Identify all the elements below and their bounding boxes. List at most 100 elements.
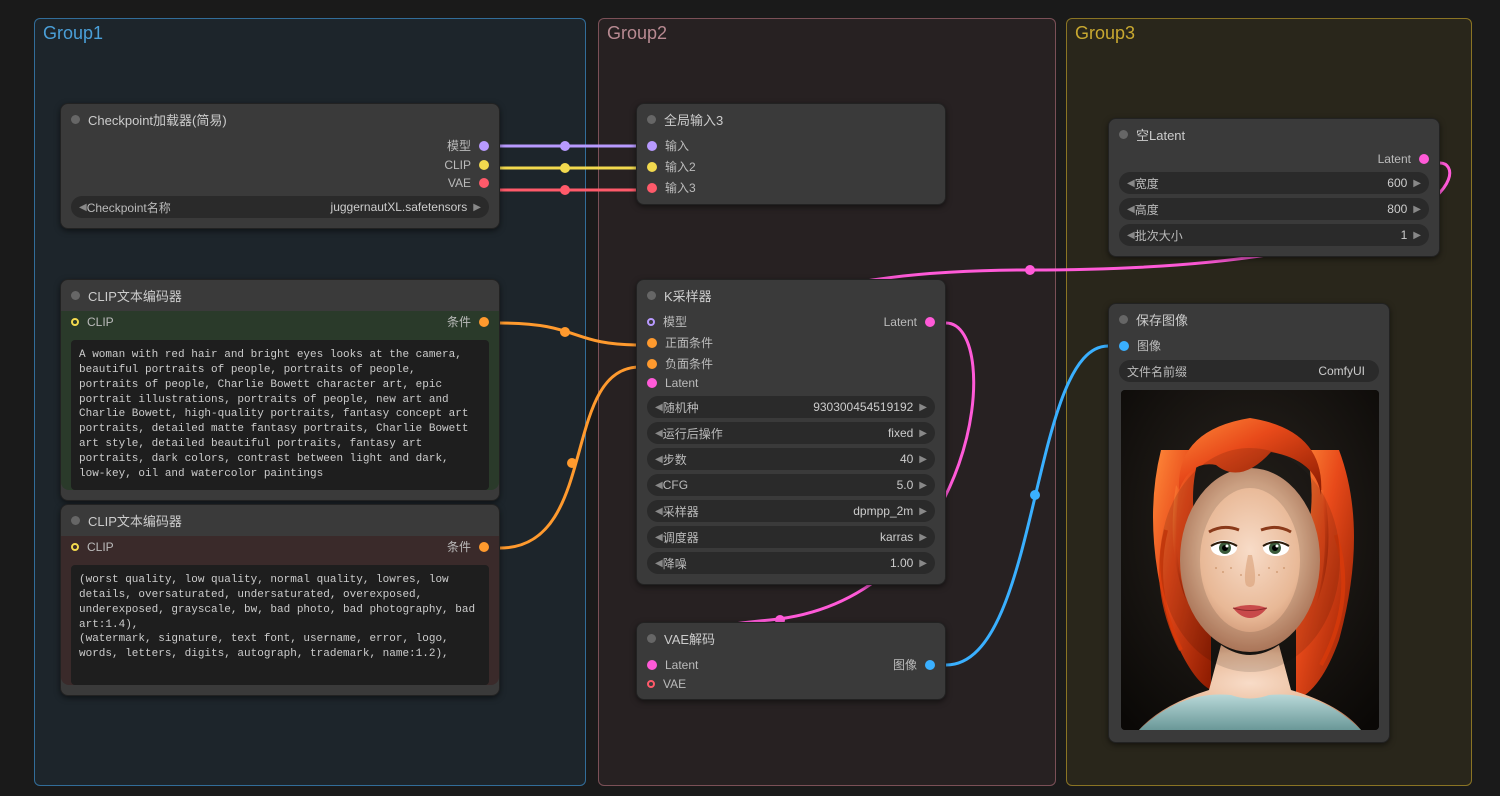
port-label: CLIP (444, 158, 471, 172)
arrow-right-icon[interactable]: ▶ (919, 532, 927, 543)
port-cond-pos-in[interactable] (647, 338, 657, 348)
ksampler-widget-3[interactable]: ◀CFG5.0▶ (647, 474, 935, 496)
port-label: 负面条件 (665, 355, 713, 372)
image-preview[interactable] (1121, 390, 1379, 730)
group-title: Group2 (607, 23, 667, 44)
ksampler-widget-4[interactable]: ◀采样器dpmpp_2m▶ (647, 500, 935, 522)
port-label: 图像 (893, 656, 917, 673)
node-global-inputs-3[interactable]: 全局输入3 输入 输入2 输入3 (636, 103, 946, 205)
arrow-left-icon[interactable]: ◀ (79, 202, 87, 213)
port-label: 输入3 (665, 179, 696, 196)
port-latent-in[interactable] (647, 378, 657, 388)
port-in2[interactable] (647, 162, 657, 172)
group-title: Group3 (1075, 23, 1135, 44)
arrow-left-icon[interactable]: ◀ (1127, 230, 1135, 241)
node-title-text: Checkpoint加载器(简易) (88, 110, 227, 129)
node-empty-latent[interactable]: 空Latent Latent ◀宽度600▶◀高度800▶◀批次大小1▶ (1108, 118, 1440, 257)
port-latent-out[interactable] (1419, 154, 1429, 164)
node-clip-text-negative[interactable]: CLIP文本编码器 CLIP 条件 (worst quality, low qu… (60, 504, 500, 696)
node-title-text: 空Latent (1136, 125, 1185, 144)
port-label: 模型 (447, 137, 471, 154)
port-model-in[interactable] (647, 318, 655, 326)
port-label: 正面条件 (665, 334, 713, 351)
port-latent-in[interactable] (647, 660, 657, 670)
port-latent-out[interactable] (925, 317, 935, 327)
port-label: 条件 (447, 538, 471, 555)
node-title-text: CLIP文本编码器 (88, 511, 182, 530)
port-label: VAE (448, 176, 471, 190)
port-cond-out[interactable] (479, 542, 489, 552)
port-cond-out[interactable] (479, 317, 489, 327)
port-label: Latent (884, 315, 917, 329)
node-title-text: VAE解码 (664, 629, 715, 648)
collapse-dot-icon[interactable] (647, 291, 656, 300)
port-clip-in[interactable] (71, 543, 79, 551)
node-vae-decode[interactable]: VAE解码 Latent 图像 VAE (636, 622, 946, 700)
port-in3[interactable] (647, 183, 657, 193)
node-checkpoint-loader[interactable]: Checkpoint加载器(简易) 模型 CLIP VAE ◀ Checkpoi… (60, 103, 500, 229)
port-image-in[interactable] (1119, 341, 1129, 351)
arrow-left-icon[interactable]: ◀ (1127, 178, 1135, 189)
port-label: 输入2 (665, 158, 696, 175)
port-label: 图像 (1137, 337, 1161, 354)
port-model-out[interactable] (479, 141, 489, 151)
widget-checkpoint-name[interactable]: ◀ Checkpoint名称 juggernautXL.safetensors … (71, 196, 489, 218)
collapse-dot-icon[interactable] (1119, 315, 1128, 324)
ksampler-widget-5[interactable]: ◀调度器karras▶ (647, 526, 935, 548)
arrow-right-icon[interactable]: ▶ (919, 428, 927, 439)
ksampler-widget-0[interactable]: ◀随机种930300454519192▶ (647, 396, 935, 418)
arrow-left-icon[interactable]: ◀ (655, 506, 663, 517)
port-vae-out[interactable] (479, 178, 489, 188)
arrow-left-icon[interactable]: ◀ (655, 532, 663, 543)
node-clip-text-positive[interactable]: CLIP文本编码器 CLIP 条件 A woman with red hair … (60, 279, 500, 501)
collapse-dot-icon[interactable] (647, 634, 656, 643)
port-label: 输入 (665, 137, 689, 154)
arrow-right-icon[interactable]: ▶ (1413, 230, 1421, 241)
port-vae-in[interactable] (647, 680, 655, 688)
arrow-right-icon[interactable]: ▶ (1413, 178, 1421, 189)
arrow-right-icon[interactable]: ▶ (919, 558, 927, 569)
port-in1[interactable] (647, 141, 657, 151)
arrow-left-icon[interactable]: ◀ (655, 480, 663, 491)
arrow-right-icon[interactable]: ▶ (919, 506, 927, 517)
port-label: CLIP (87, 540, 114, 554)
port-clip-in[interactable] (71, 318, 79, 326)
port-label: VAE (663, 677, 686, 691)
node-title-text: K采样器 (664, 286, 712, 305)
port-clip-out[interactable] (479, 160, 489, 170)
arrow-right-icon[interactable]: ▶ (1413, 204, 1421, 215)
arrow-left-icon[interactable]: ◀ (655, 428, 663, 439)
node-title-text: CLIP文本编码器 (88, 286, 182, 305)
port-label: 条件 (447, 313, 471, 330)
arrow-right-icon[interactable]: ▶ (919, 454, 927, 465)
widget-filename-prefix[interactable]: 文件名前缀 ComfyUI (1119, 360, 1379, 382)
arrow-left-icon[interactable]: ◀ (655, 454, 663, 465)
ksampler-widget-1[interactable]: ◀运行后操作fixed▶ (647, 422, 935, 444)
port-cond-neg-in[interactable] (647, 359, 657, 369)
arrow-right-icon[interactable]: ▶ (473, 202, 481, 213)
collapse-dot-icon[interactable] (71, 115, 80, 124)
empty-latent-widget-0[interactable]: ◀宽度600▶ (1119, 172, 1429, 194)
empty-latent-widget-2[interactable]: ◀批次大小1▶ (1119, 224, 1429, 246)
port-image-out[interactable] (925, 660, 935, 670)
collapse-dot-icon[interactable] (1119, 130, 1128, 139)
arrow-right-icon[interactable]: ▶ (919, 402, 927, 413)
arrow-left-icon[interactable]: ◀ (1127, 204, 1135, 215)
arrow-left-icon[interactable]: ◀ (655, 558, 663, 569)
port-label: Latent (665, 376, 698, 390)
ksampler-widget-2[interactable]: ◀步数40▶ (647, 448, 935, 470)
port-label: 模型 (663, 313, 687, 330)
arrow-left-icon[interactable]: ◀ (655, 402, 663, 413)
node-save-image[interactable]: 保存图像 图像 文件名前缀 ComfyUI (1108, 303, 1390, 743)
node-ksampler[interactable]: K采样器 模型 Latent 正面条件 负面条件 Latent ◀随机种9303… (636, 279, 946, 585)
ksampler-widget-6[interactable]: ◀降噪1.00▶ (647, 552, 935, 574)
collapse-dot-icon[interactable] (71, 291, 80, 300)
node-title-text: 全局输入3 (664, 110, 723, 129)
empty-latent-widget-1[interactable]: ◀高度800▶ (1119, 198, 1429, 220)
arrow-right-icon[interactable]: ▶ (919, 480, 927, 491)
collapse-dot-icon[interactable] (71, 516, 80, 525)
prompt-textarea[interactable]: A woman with red hair and bright eyes lo… (71, 340, 489, 490)
prompt-textarea[interactable]: (worst quality, low quality, normal qual… (71, 565, 489, 685)
port-label: CLIP (87, 315, 114, 329)
collapse-dot-icon[interactable] (647, 115, 656, 124)
